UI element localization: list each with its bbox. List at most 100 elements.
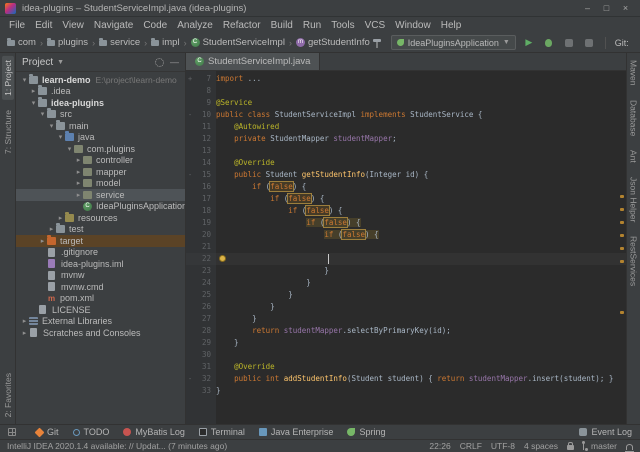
- tree-item-ideapluginsapplication[interactable]: IdeaPluginsApplication: [16, 201, 185, 213]
- gutter-line-25[interactable]: 25: [186, 289, 216, 301]
- tree-item-resources[interactable]: ▸resources: [16, 212, 185, 224]
- fold-marker[interactable]: -: [188, 373, 192, 385]
- stripe-button-database[interactable]: Database: [628, 97, 640, 139]
- code-line-13[interactable]: 13: [186, 145, 626, 157]
- chevron-right-icon[interactable]: ▸: [74, 156, 83, 164]
- tree-item-idea[interactable]: ▸.idea: [16, 86, 185, 98]
- menu-item-code[interactable]: Code: [138, 19, 172, 32]
- gutter-line-19[interactable]: 19: [186, 217, 216, 229]
- tree-item-mapper[interactable]: ▸mapper: [16, 166, 185, 178]
- tree-item-com-plugins[interactable]: ▾com.plugins: [16, 143, 185, 155]
- gutter-line-18[interactable]: 18: [186, 205, 216, 217]
- chevron-right-icon[interactable]: ▸: [74, 168, 83, 176]
- tree-item-model[interactable]: ▸model: [16, 178, 185, 190]
- tree-item-test[interactable]: ▸test: [16, 224, 185, 236]
- gutter-line-9[interactable]: 9: [186, 97, 216, 109]
- toolwindow-button-spring[interactable]: Spring: [347, 427, 385, 437]
- chevron-right-icon[interactable]: ▸: [20, 317, 29, 325]
- menu-item-tools[interactable]: Tools: [326, 19, 359, 32]
- gutter-line-17[interactable]: 17: [186, 193, 216, 205]
- gutter-line-10[interactable]: 10-: [186, 109, 216, 121]
- gutter-line-8[interactable]: 8: [186, 85, 216, 97]
- gutter-line-7[interactable]: 7+: [186, 73, 216, 85]
- fold-marker[interactable]: -: [188, 109, 192, 121]
- toolwindow-button-mybatis-log[interactable]: MyBatis Log: [123, 427, 185, 437]
- stripe-button-json-helper[interactable]: Json Helper: [628, 174, 640, 225]
- chevron-right-icon[interactable]: ▸: [47, 225, 56, 233]
- gutter-line-26[interactable]: 26: [186, 301, 216, 313]
- stripe-button-1-project[interactable]: 1: Project: [2, 56, 14, 100]
- tree-item-pom-xml[interactable]: pom.xml: [16, 293, 185, 305]
- error-stripe-mark[interactable]: [620, 221, 624, 224]
- hide-panel-icon[interactable]: —: [170, 58, 179, 67]
- code-line-20[interactable]: 20 if (false) {: [186, 229, 626, 241]
- tree-item-learn-demo[interactable]: ▾learn-demoE:\project\learn-demo: [16, 74, 185, 86]
- menu-item-file[interactable]: File: [4, 19, 30, 32]
- git-branch-widget[interactable]: master: [583, 441, 617, 451]
- chevron-right-icon[interactable]: ▸: [20, 329, 29, 337]
- chevron-right-icon[interactable]: ▸: [38, 237, 47, 245]
- code-line-11[interactable]: 11 @Autowired: [186, 121, 626, 133]
- breadcrumb-item-impl[interactable]: impl: [150, 37, 180, 48]
- chevron-right-icon[interactable]: ▸: [74, 191, 83, 199]
- code-line-17[interactable]: 17 if (false) {: [186, 193, 626, 205]
- gutter-line-29[interactable]: 29: [186, 337, 216, 349]
- code-line-26[interactable]: 26 }: [186, 301, 626, 313]
- chevron-down-icon[interactable]: ▾: [65, 145, 74, 153]
- menu-item-edit[interactable]: Edit: [30, 19, 57, 32]
- caret-position[interactable]: 22:26: [429, 441, 450, 451]
- gutter-line-32[interactable]: 32-: [186, 373, 216, 385]
- gutter-line-24[interactable]: 24: [186, 277, 216, 289]
- code-line-30[interactable]: 30: [186, 349, 626, 361]
- stripe-button-maven[interactable]: Maven: [628, 57, 640, 89]
- gutter-line-28[interactable]: 28: [186, 325, 216, 337]
- tree-item-idea-plugins[interactable]: ▾idea-plugins: [16, 97, 185, 109]
- breadcrumb-item-service[interactable]: service: [98, 37, 141, 48]
- code-line-14[interactable]: 14 @Override: [186, 157, 626, 169]
- tree-item-idea-plugins-iml[interactable]: idea-plugins.iml: [16, 258, 185, 270]
- run-configuration-selector[interactable]: IdeaPluginsApplication ▼: [391, 35, 516, 50]
- chevron-down-icon[interactable]: ▾: [56, 133, 65, 141]
- menu-item-navigate[interactable]: Navigate: [89, 19, 138, 32]
- project-panel-title[interactable]: Project: [22, 57, 53, 68]
- error-stripe-mark[interactable]: [620, 311, 624, 314]
- breadcrumb-item-plugins[interactable]: plugins: [46, 37, 89, 48]
- menu-item-help[interactable]: Help: [436, 19, 467, 32]
- chevron-down-icon[interactable]: ▾: [47, 122, 56, 130]
- gutter-line-30[interactable]: 30: [186, 349, 216, 361]
- menu-item-run[interactable]: Run: [298, 19, 326, 32]
- stripe-button-2-favorites[interactable]: 2: Favorites: [2, 369, 14, 421]
- gutter-line-22[interactable]: 22: [186, 253, 216, 265]
- tree-item-target[interactable]: ▸target: [16, 235, 185, 247]
- file-encoding[interactable]: UTF-8: [491, 441, 515, 451]
- intention-bulb-icon[interactable]: [219, 255, 226, 262]
- notifications-bell-icon[interactable]: [626, 444, 633, 450]
- stripe-button-restservices[interactable]: RestServices: [628, 233, 640, 289]
- error-stripe-mark[interactable]: [620, 260, 624, 263]
- indent-size[interactable]: 4 spaces: [524, 441, 558, 451]
- code-line-23[interactable]: 23 }: [186, 265, 626, 277]
- chevron-down-icon[interactable]: ▾: [38, 110, 47, 118]
- fold-marker[interactable]: -: [188, 169, 192, 181]
- chevron-down-icon[interactable]: ▾: [20, 76, 29, 84]
- menu-item-view[interactable]: View: [57, 19, 89, 32]
- tree-item-external-libraries[interactable]: ▸External Libraries: [16, 316, 185, 328]
- gutter-line-13[interactable]: 13: [186, 145, 216, 157]
- code-line-10[interactable]: 10-public class StudentServiceImpl imple…: [186, 109, 626, 121]
- code-line-25[interactable]: 25 }: [186, 289, 626, 301]
- gutter-line-15[interactable]: 15-: [186, 169, 216, 181]
- chevron-right-icon[interactable]: ▸: [29, 87, 38, 95]
- menu-item-window[interactable]: Window: [390, 19, 436, 32]
- close-button[interactable]: ×: [616, 1, 635, 16]
- gear-icon[interactable]: [155, 58, 164, 67]
- code-line-29[interactable]: 29 }: [186, 337, 626, 349]
- code-line-15[interactable]: 15- public Student getStudentInfo(Intege…: [186, 169, 626, 181]
- gutter-line-11[interactable]: 11: [186, 121, 216, 133]
- chevron-right-icon[interactable]: ▸: [56, 214, 65, 222]
- fold-marker[interactable]: +: [188, 73, 192, 85]
- code-line-32[interactable]: 32- public int addStudentInfo(Student st…: [186, 373, 626, 385]
- maximize-button[interactable]: □: [597, 1, 616, 16]
- tree-item-scratches-and-consoles[interactable]: ▸Scratches and Consoles: [16, 327, 185, 339]
- tree-item-mvnw-cmd[interactable]: mvnw.cmd: [16, 281, 185, 293]
- readonly-lock-icon[interactable]: [567, 445, 574, 450]
